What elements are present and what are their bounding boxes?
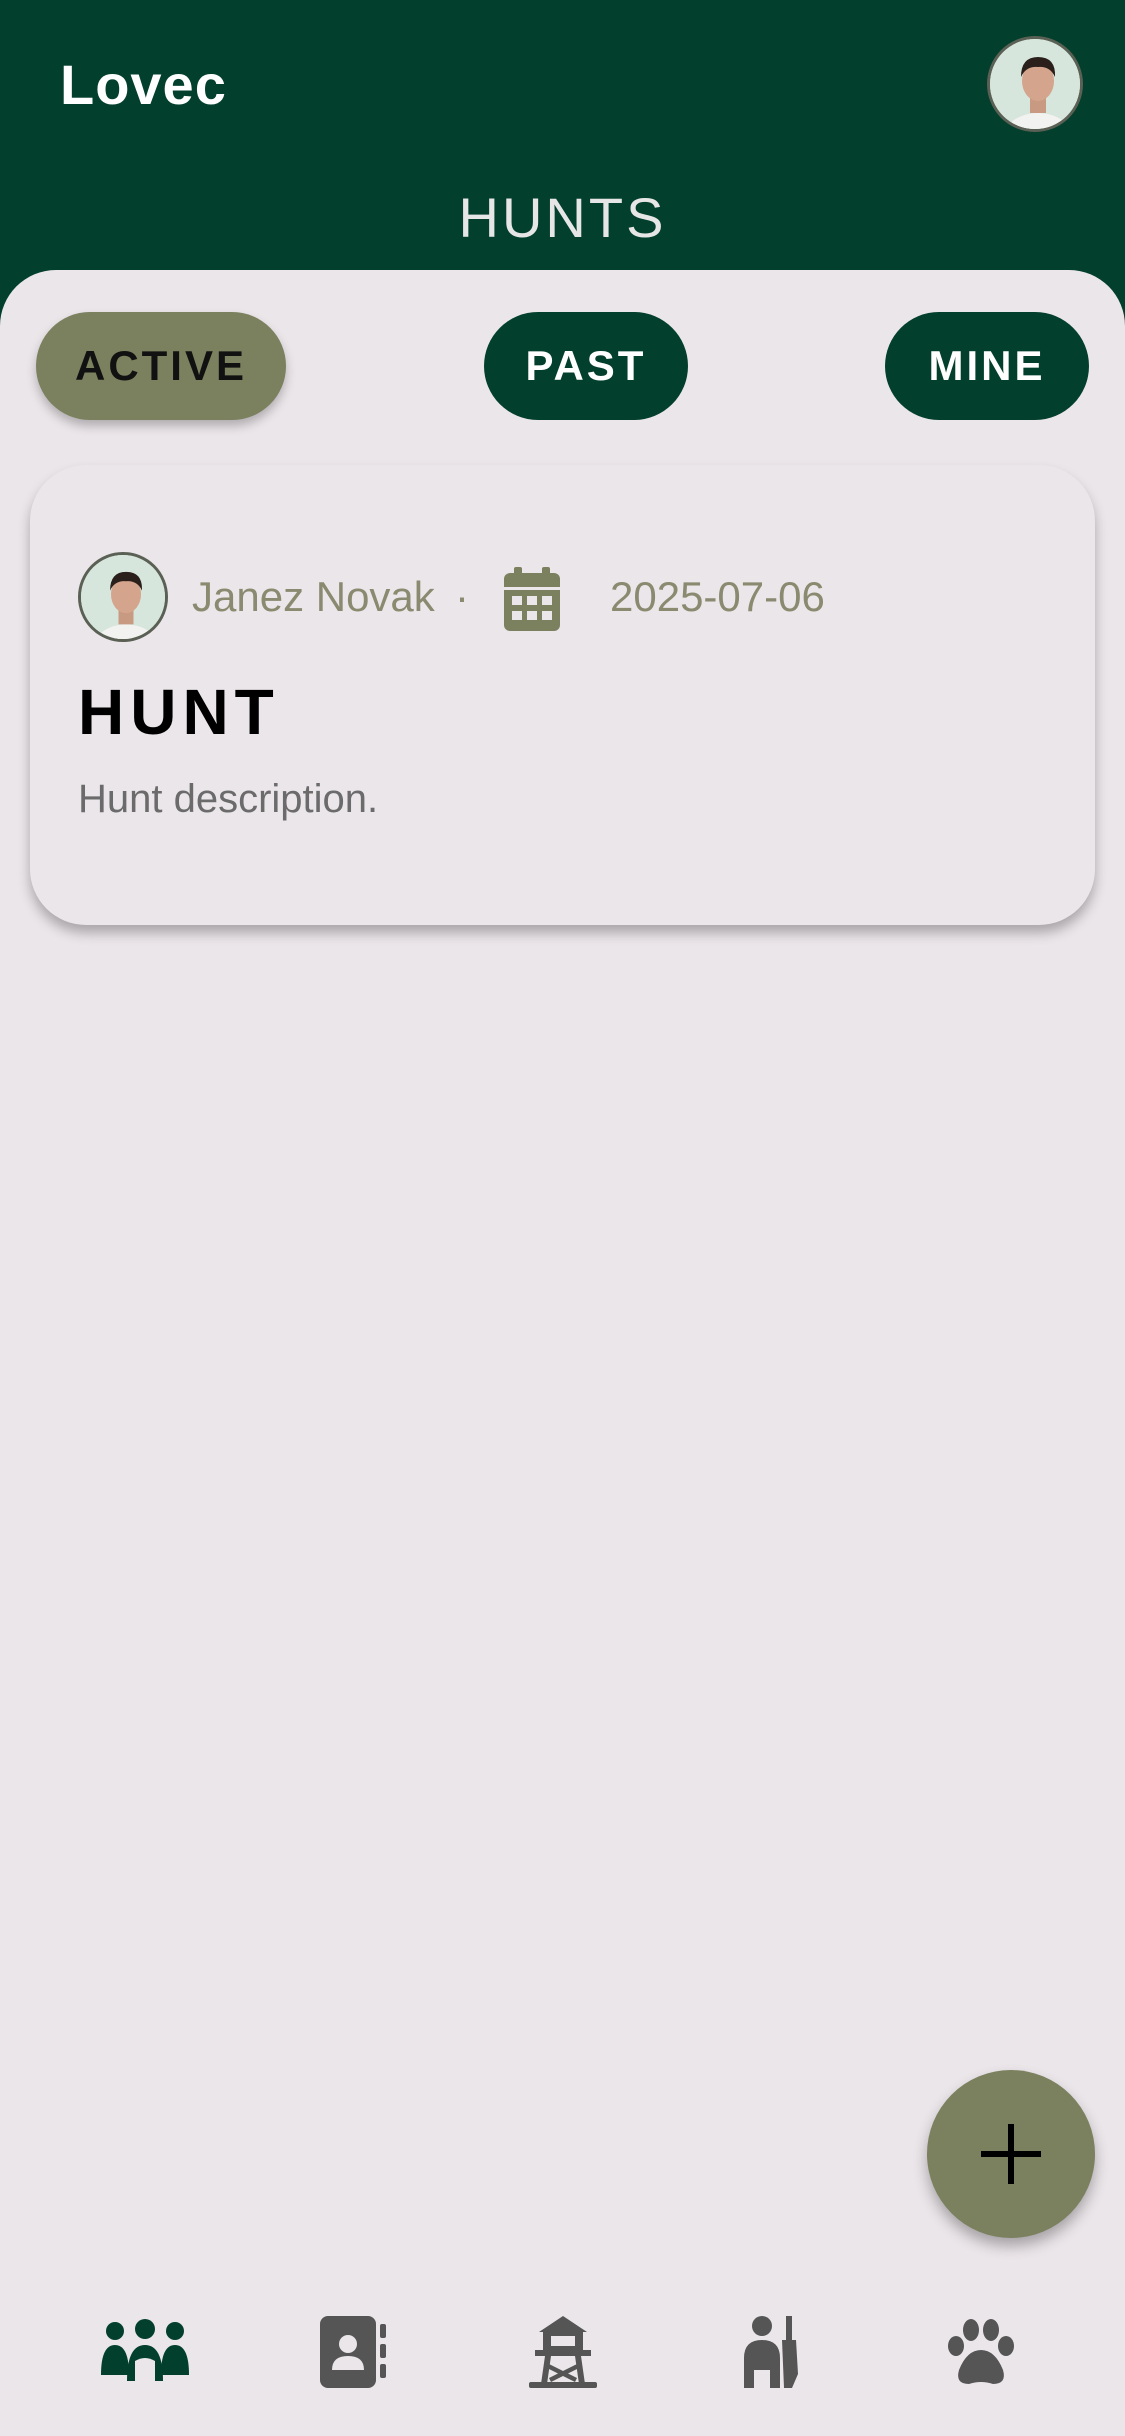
nav-item-animals[interactable]: [921, 2297, 1041, 2407]
bottom-nav: [0, 2268, 1125, 2436]
hunt-author: Janez Novak: [192, 573, 435, 620]
app-bar: Lovec HUNTS: [0, 0, 1125, 300]
nav-item-contacts[interactable]: [294, 2297, 414, 2407]
hunt-description: Hunt description.: [78, 777, 379, 821]
author-avatar: [78, 552, 168, 642]
filter-past-chip[interactable]: PAST: [484, 312, 688, 420]
nav-item-hunts[interactable]: [85, 2297, 205, 2407]
hunter-icon: [743, 2316, 798, 2388]
nav-item-stands[interactable]: [503, 2297, 623, 2407]
filter-active-chip[interactable]: ACTIVE: [36, 312, 286, 420]
page-title: HUNTS: [458, 186, 667, 249]
nav-item-hunters[interactable]: [712, 2297, 832, 2407]
hunt-title: HUNT: [78, 676, 280, 748]
user-avatar-icon: [81, 555, 165, 639]
hunt-date: 2025-07-06: [610, 573, 825, 620]
add-hunt-button[interactable]: [927, 2070, 1095, 2238]
plus-icon: [981, 2124, 1041, 2184]
people-group-icon: [100, 2319, 189, 2381]
paw-icon: [947, 2319, 1014, 2384]
user-avatar-icon: [990, 39, 1080, 129]
app-title: Lovec: [60, 53, 227, 116]
hunt-card[interactable]: Janez Novak · 2025-07-06 HUNT Hunt descr…: [30, 465, 1095, 925]
profile-avatar[interactable]: [987, 36, 1083, 132]
filter-mine-chip[interactable]: MINE: [885, 312, 1089, 420]
hunting-tower-icon: [528, 2316, 597, 2388]
contacts-book-icon: [319, 2316, 386, 2388]
calendar-icon: [504, 567, 560, 631]
meta-separator: ·: [455, 573, 469, 620]
